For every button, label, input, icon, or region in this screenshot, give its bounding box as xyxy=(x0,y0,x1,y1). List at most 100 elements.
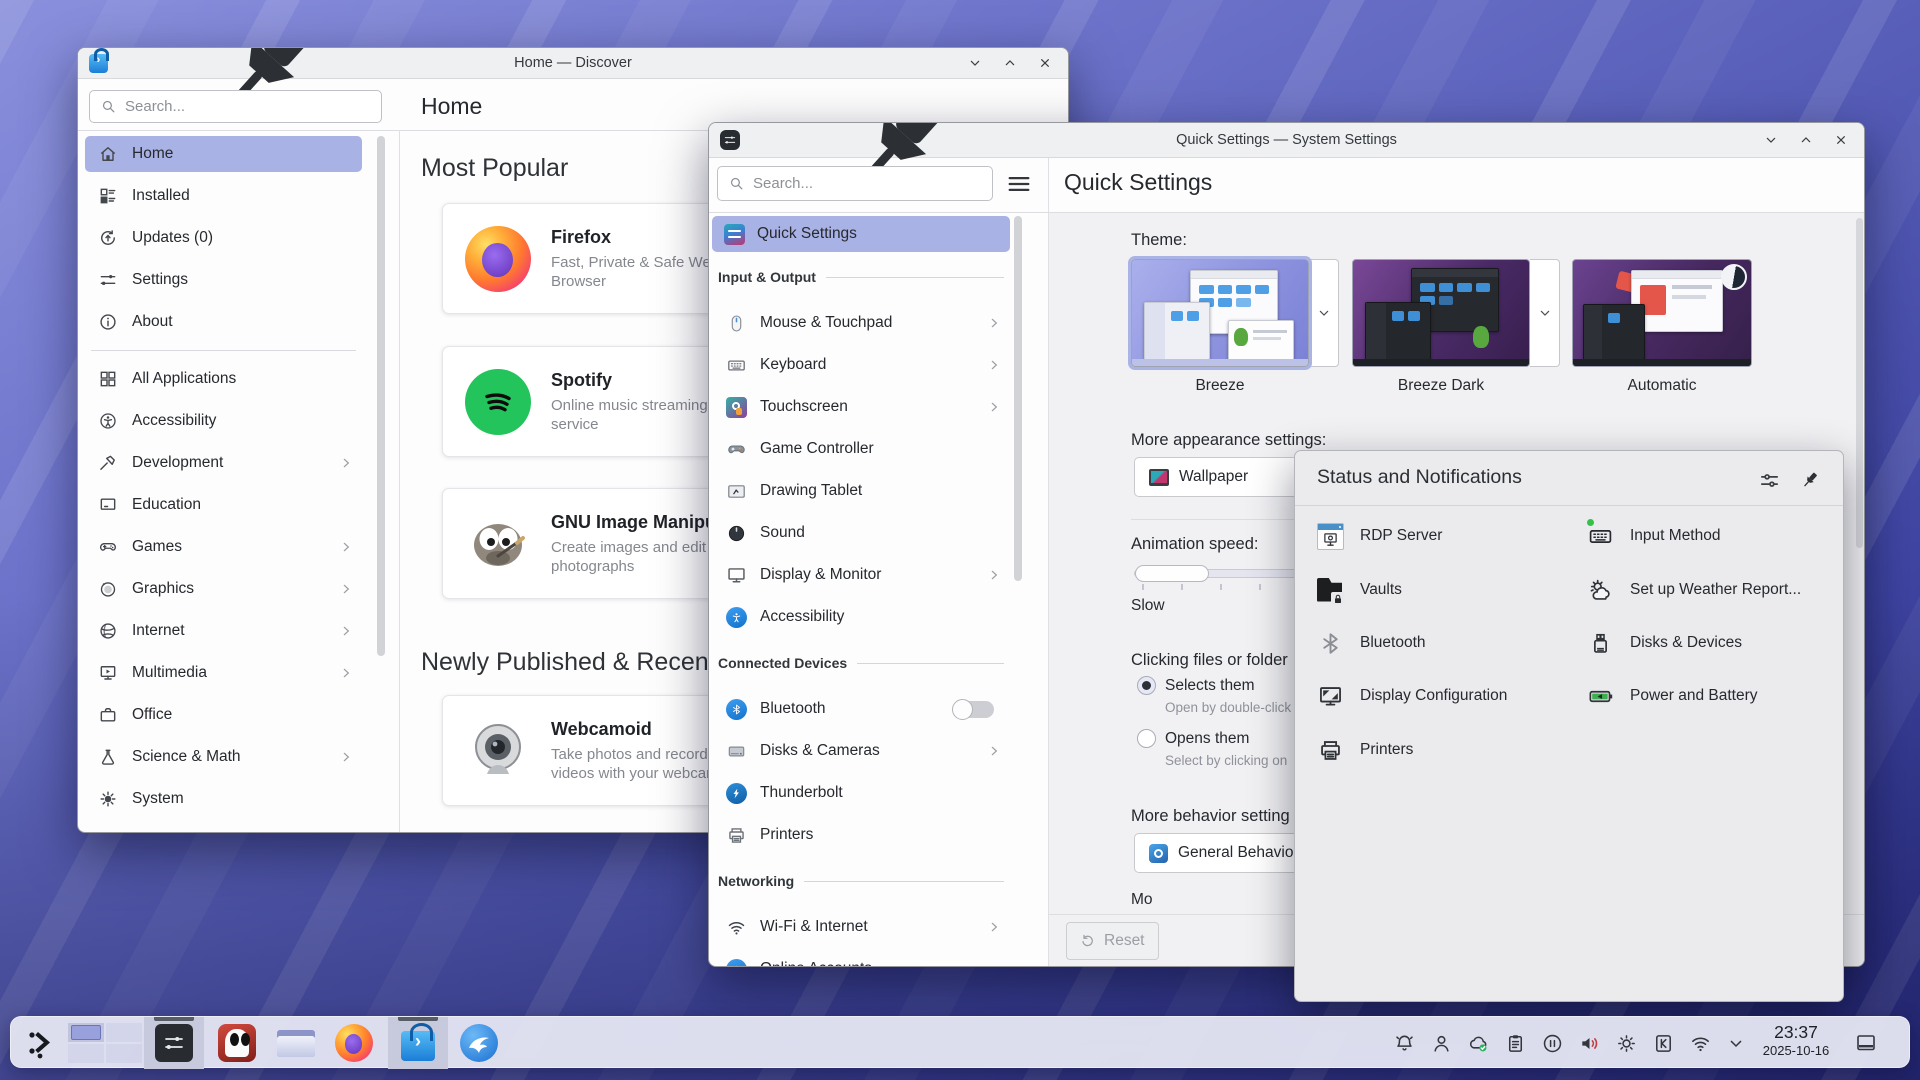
user-switcher-icon[interactable] xyxy=(1430,1032,1453,1055)
task-system-settings[interactable] xyxy=(144,1017,204,1069)
sidebar-item-updates[interactable]: Updates (0) xyxy=(85,217,362,259)
pager-desktop-4[interactable] xyxy=(106,1044,142,1063)
settings-titlebar[interactable]: Quick Settings — System Settings xyxy=(709,123,1864,158)
expand-tray-chevron-icon[interactable] xyxy=(1726,1032,1746,1055)
app-launcher-icon[interactable] xyxy=(25,1026,59,1060)
popup-item-rdp-server[interactable]: RDP Server xyxy=(1317,509,1442,563)
task-falkon[interactable] xyxy=(449,1017,509,1069)
firefox-icon xyxy=(465,226,531,292)
printer-icon xyxy=(1317,737,1344,764)
popup-item-vaults[interactable]: Vaults xyxy=(1317,563,1402,617)
show-desktop-button[interactable] xyxy=(1853,1031,1879,1055)
search-input[interactable] xyxy=(753,175,982,192)
sidebar-item-quick-settings[interactable]: Quick Settings xyxy=(712,216,1010,252)
media-pause-icon[interactable] xyxy=(1541,1032,1564,1055)
sidebar-item-touchscreen[interactable]: Touchscreen xyxy=(712,386,1010,428)
minimize-icon[interactable] xyxy=(967,55,983,71)
task-dolphin[interactable] xyxy=(266,1017,326,1069)
close-icon[interactable] xyxy=(1833,132,1849,148)
sidebar-item-keyboard[interactable]: Keyboard xyxy=(712,344,1010,386)
theme-card-automatic[interactable] xyxy=(1572,259,1752,367)
configure-filter-icon[interactable] xyxy=(1758,469,1781,492)
popup-item-weather[interactable]: Set up Weather Report... xyxy=(1587,563,1801,617)
task-ghostwriter[interactable] xyxy=(207,1017,267,1069)
content-scrollbar[interactable] xyxy=(1856,218,1863,548)
digital-clock[interactable]: 23:37 2025-10-16 xyxy=(1748,1022,1844,1058)
more-appearance-label: More appearance settings: xyxy=(1131,431,1326,450)
pin-icon[interactable] xyxy=(1799,469,1821,491)
sidebar-item-printers[interactable]: Printers xyxy=(712,814,1010,856)
theme-card-breeze-dark[interactable] xyxy=(1352,259,1560,367)
discover-search[interactable] xyxy=(89,90,382,123)
sidebar-item-internet[interactable]: Internet xyxy=(85,610,362,652)
pager-desktop-3[interactable] xyxy=(68,1044,104,1063)
bluetooth-toggle[interactable] xyxy=(954,701,994,718)
popup-item-bluetooth[interactable]: Bluetooth xyxy=(1317,616,1426,670)
radio-opens-them[interactable] xyxy=(1137,729,1156,748)
volume-icon[interactable] xyxy=(1578,1032,1601,1055)
sidebar-item-installed[interactable]: Installed xyxy=(85,175,362,217)
sidebar-item-disks-cameras[interactable]: Disks & Cameras xyxy=(712,730,1010,772)
sidebar-item-science-math[interactable]: Science & Math xyxy=(85,736,362,778)
sidebar-item-bluetooth[interactable]: Bluetooth xyxy=(712,688,1010,730)
pager-desktop-1[interactable] xyxy=(68,1023,104,1042)
breeze-dropdown-button[interactable] xyxy=(1309,259,1339,367)
sidebar-item-all-applications[interactable]: All Applications xyxy=(85,358,362,400)
pager-desktop-2[interactable] xyxy=(106,1023,142,1042)
theme-card-breeze[interactable] xyxy=(1131,259,1339,367)
popup-item-input-method[interactable]: Input Method xyxy=(1587,509,1720,563)
search-icon xyxy=(100,98,117,115)
sidebar-item-accessibility[interactable]: Accessibility xyxy=(712,596,1010,638)
keyboard-indicator-k-icon[interactable] xyxy=(1652,1032,1675,1055)
sidebar-item-game-controller[interactable]: Game Controller xyxy=(712,428,1010,470)
slider-handle[interactable] xyxy=(1135,565,1209,582)
sidebar-item-drawing-tablet[interactable]: Drawing Tablet xyxy=(712,470,1010,512)
popup-item-printers[interactable]: Printers xyxy=(1317,723,1413,777)
sidebar-item-system[interactable]: System xyxy=(85,778,362,820)
notifications-bell-icon[interactable] xyxy=(1393,1032,1416,1055)
hamburger-menu-icon[interactable] xyxy=(1005,170,1033,198)
wifi-icon[interactable] xyxy=(1689,1032,1712,1055)
sidebar-item-games[interactable]: Games xyxy=(85,526,362,568)
slow-label: Slow xyxy=(1131,597,1165,615)
sidebar-item-display-monitor[interactable]: Display & Monitor xyxy=(712,554,1010,596)
sidebar-item-graphics[interactable]: Graphics xyxy=(85,568,362,610)
chevron-down-icon xyxy=(1316,305,1332,321)
clipboard-icon[interactable] xyxy=(1504,1032,1527,1055)
popup-item-display-configuration[interactable]: Display Configuration xyxy=(1317,669,1507,723)
sidebar-item-about[interactable]: About xyxy=(85,301,362,343)
minimize-icon[interactable] xyxy=(1763,132,1779,148)
discover-titlebar[interactable]: Home — Discover xyxy=(78,48,1068,79)
task-firefox[interactable] xyxy=(324,1017,384,1069)
sidebar-item-accessibility[interactable]: Accessibility xyxy=(85,400,362,442)
sidebar-item-multimedia[interactable]: Multimedia xyxy=(85,652,362,694)
sidebar-item-development[interactable]: Development xyxy=(85,442,362,484)
breeze-dark-dropdown-button[interactable] xyxy=(1530,259,1560,367)
search-input[interactable] xyxy=(125,98,371,115)
sidebar-item-education[interactable]: Education xyxy=(85,484,362,526)
popup-item-power-battery[interactable]: Power and Battery xyxy=(1587,669,1758,723)
close-icon[interactable] xyxy=(1037,55,1053,71)
virtual-desktop-pager[interactable] xyxy=(68,1023,142,1063)
sidebar-item-home[interactable]: Home xyxy=(85,136,362,172)
maximize-icon[interactable] xyxy=(1002,55,1018,71)
sidebar-scrollbar[interactable] xyxy=(1014,216,1022,581)
chevron-right-icon xyxy=(338,581,354,597)
sidebar-item-thunderbolt[interactable]: Thunderbolt xyxy=(712,772,1010,814)
theme-name: Breeze xyxy=(1131,377,1309,395)
brightness-icon[interactable] xyxy=(1615,1032,1638,1055)
reset-button[interactable]: Reset xyxy=(1066,922,1159,960)
cloud-sync-icon[interactable] xyxy=(1467,1032,1490,1055)
settings-search[interactable] xyxy=(717,166,993,201)
sidebar-item-settings[interactable]: Settings xyxy=(85,259,362,301)
sidebar-item-office[interactable]: Office xyxy=(85,694,362,736)
radio-selects-them[interactable] xyxy=(1137,676,1156,695)
task-discover[interactable] xyxy=(388,1017,448,1069)
sidebar-item-online-accounts[interactable]: Online Accounts xyxy=(712,948,1010,967)
sidebar-item-mouse-touchpad[interactable]: Mouse & Touchpad xyxy=(712,302,1010,344)
sidebar-item-wifi-internet[interactable]: Wi-Fi & Internet xyxy=(712,906,1010,948)
sidebar-scrollbar[interactable] xyxy=(377,136,385,656)
popup-item-disks-devices[interactable]: Disks & Devices xyxy=(1587,616,1742,670)
sidebar-item-sound[interactable]: Sound xyxy=(712,512,1010,554)
maximize-icon[interactable] xyxy=(1798,132,1814,148)
